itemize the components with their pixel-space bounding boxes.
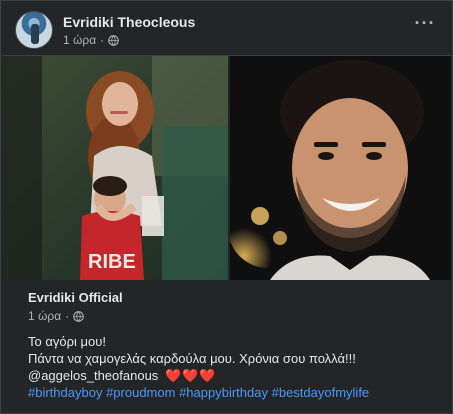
shared-photos: RIBE <box>2 56 451 280</box>
shared-post[interactable]: RIBE Evridiki Official 1 ώρα · Το αγόρι … <box>2 55 451 413</box>
post-header: Evridiki Theocleous 1 ώρα · ··· <box>15 11 445 51</box>
post-timestamp[interactable]: 1 ώρα <box>63 33 96 47</box>
globe-icon <box>73 310 84 322</box>
globe-icon <box>108 34 119 46</box>
shared-post-meta: 1 ώρα · <box>28 309 428 323</box>
hashtag[interactable]: #happybirthday <box>179 385 268 400</box>
more-options-button[interactable]: ··· <box>411 13 439 33</box>
shared-post-timestamp[interactable]: 1 ώρα <box>28 309 61 323</box>
author-avatar[interactable] <box>15 11 53 49</box>
caption-line: Το αγόρι μου! <box>28 334 106 349</box>
caption-mention-line: @aggelos_theofanous ❤️❤️❤️ <box>28 367 428 384</box>
shared-post-author[interactable]: Evridiki Official <box>28 290 428 305</box>
shared-post-body: Evridiki Official 1 ώρα · Το αγόρι μου! … <box>28 286 428 401</box>
photo-mother-son[interactable]: RIBE <box>2 56 228 280</box>
post-card: Evridiki Theocleous 1 ώρα · ··· RIBE Evr… <box>0 0 453 414</box>
photo-young-man[interactable] <box>230 56 451 280</box>
heart-emojis: ❤️❤️❤️ <box>164 368 217 383</box>
post-caption: Το αγόρι μου! Πάντα να χαμογελάς καρδούλ… <box>28 333 428 401</box>
hashtag[interactable]: #bestdayofmylife <box>272 385 370 400</box>
post-meta: 1 ώρα · <box>63 33 119 47</box>
meta-separator: · <box>100 33 105 47</box>
hashtag[interactable]: #proudmom <box>106 385 175 400</box>
post-author-name[interactable]: Evridiki Theocleous <box>63 14 195 30</box>
user-mention[interactable]: @aggelos_theofanous <box>28 368 158 383</box>
shirt-text: RIBE <box>88 251 136 273</box>
hashtag-line: #birthdayboy #proudmom #happybirthday #b… <box>28 384 428 401</box>
hashtag[interactable]: #birthdayboy <box>28 385 102 400</box>
caption-line: Πάντα να χαμογελάς καρδούλα μου. Χρόνια … <box>28 351 356 366</box>
meta-separator: · <box>65 309 70 323</box>
